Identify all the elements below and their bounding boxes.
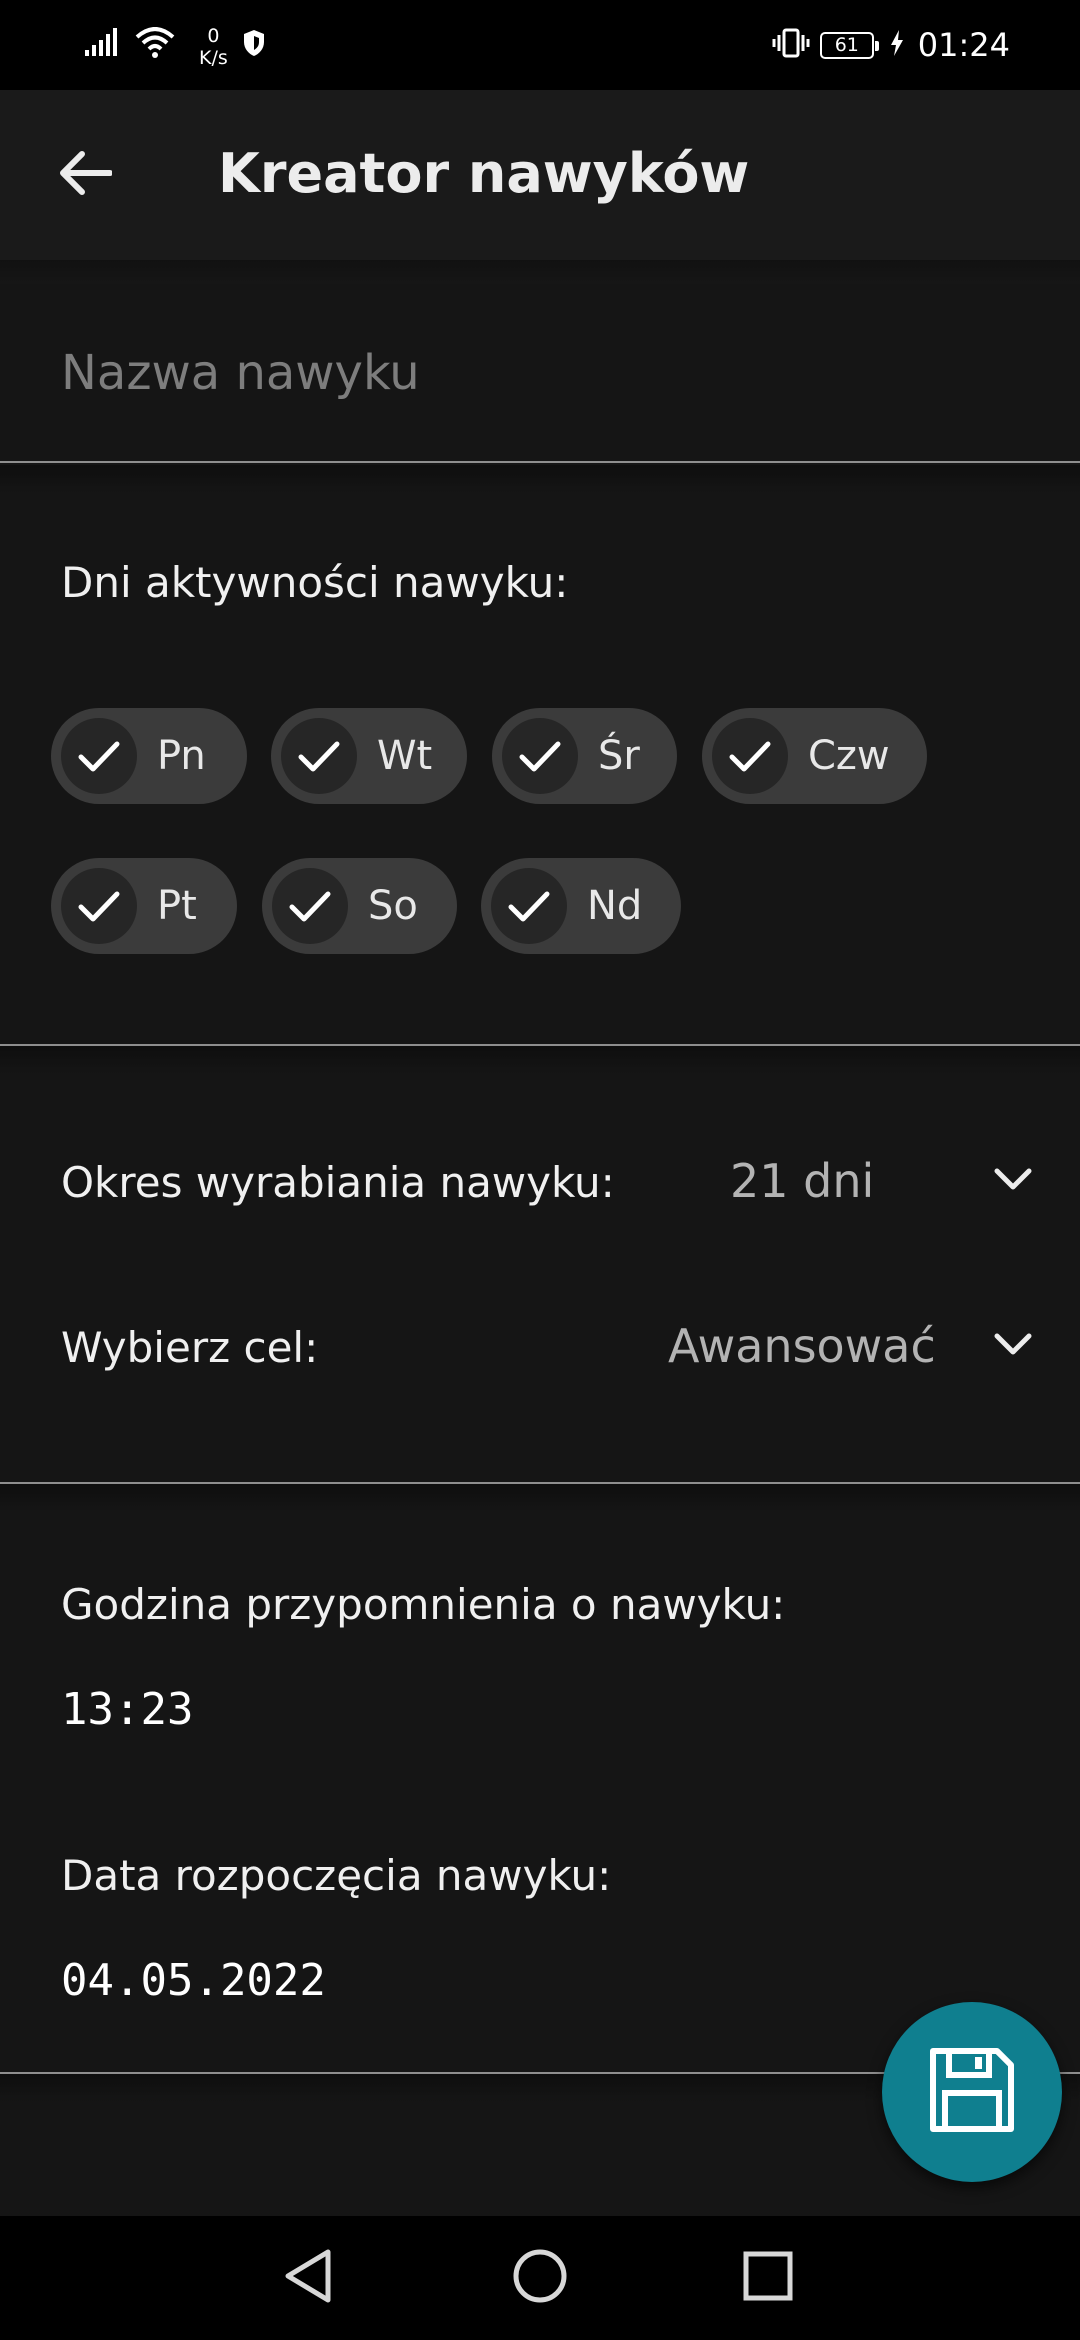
arrow-left-icon <box>58 150 113 200</box>
day-chip-label: Wt <box>377 733 433 779</box>
day-chip-label: Czw <box>808 733 890 779</box>
check-icon <box>272 868 348 944</box>
nav-back-button[interactable] <box>268 2238 348 2318</box>
habit-name-input[interactable] <box>0 285 1080 463</box>
nav-home-button[interactable] <box>500 2238 580 2318</box>
day-chip-nd[interactable]: Nd <box>481 858 681 954</box>
shield-icon <box>242 29 266 61</box>
app-bar: Kreator nawyków <box>0 90 1080 260</box>
day-chip-pn[interactable]: Pn <box>51 708 247 804</box>
day-chip-czw[interactable]: Czw <box>702 708 927 804</box>
battery-icon: 61 <box>819 31 879 59</box>
chevron-down-icon <box>993 1166 1033 1196</box>
home-circle-icon <box>512 2248 568 2308</box>
chevron-down-icon <box>993 1331 1033 1361</box>
days-label: Dni aktywności nawyku: <box>61 558 569 607</box>
reminder-time-value[interactable]: 13:23 <box>61 1684 193 1735</box>
day-chip-label: Nd <box>587 883 643 929</box>
day-chip-sr[interactable]: Śr <box>492 708 677 804</box>
check-icon <box>61 868 137 944</box>
goal-dropdown[interactable] <box>990 1323 1036 1369</box>
goal-label: Wybierz cel: <box>61 1323 319 1372</box>
clock: 01:24 <box>917 26 1010 64</box>
back-button[interactable] <box>50 140 120 210</box>
day-chip-label: Pn <box>157 733 206 779</box>
goal-select-value[interactable]: Awansować <box>668 1319 936 1373</box>
start-date-label: Data rozpoczęcia nawyku: <box>61 1851 612 1900</box>
save-button[interactable] <box>882 2002 1062 2182</box>
save-icon <box>927 2045 1017 2139</box>
check-icon <box>502 718 578 794</box>
day-chip-label: So <box>368 883 418 929</box>
check-icon <box>281 718 357 794</box>
period-dropdown[interactable] <box>990 1158 1036 1204</box>
day-chip-pt[interactable]: Pt <box>51 858 237 954</box>
section-shadow <box>0 465 1080 493</box>
section-shadow <box>0 1484 1080 1512</box>
vibrate-icon <box>772 28 810 62</box>
start-date-value[interactable]: 04.05.2022 <box>61 1955 326 2006</box>
check-icon <box>61 718 137 794</box>
charging-icon <box>890 30 904 60</box>
signal-icon <box>85 28 121 62</box>
day-chip-label: Śr <box>598 733 640 779</box>
check-icon <box>491 868 567 944</box>
nav-recents-button[interactable] <box>728 2238 808 2318</box>
page-title: Kreator nawyków <box>218 142 750 205</box>
recents-square-icon <box>742 2250 794 2306</box>
check-icon <box>712 718 788 794</box>
reminder-label: Godzina przypomnienia o nawyku: <box>61 1580 786 1629</box>
network-speed: 0 K/s <box>199 25 228 69</box>
section-shadow <box>0 1046 1080 1074</box>
wifi-icon <box>135 27 175 63</box>
period-select-value[interactable]: 21 dni <box>730 1154 874 1208</box>
speed-value: 0 <box>207 25 220 47</box>
status-right: 61 01:24 <box>772 0 1010 90</box>
navigation-bar <box>0 2216 1080 2340</box>
status-left: 0 K/s <box>85 0 266 90</box>
day-chip-wt[interactable]: Wt <box>271 708 467 804</box>
status-bar: 0 K/s 61 01:24 <box>0 0 1080 90</box>
app-bar-shadow <box>0 260 1080 284</box>
day-chip-so[interactable]: So <box>262 858 457 954</box>
speed-unit: K/s <box>199 47 228 69</box>
period-label: Okres wyrabiania nawyku: <box>61 1158 615 1207</box>
day-chip-label: Pt <box>157 883 197 929</box>
back-triangle-icon <box>282 2248 334 2308</box>
